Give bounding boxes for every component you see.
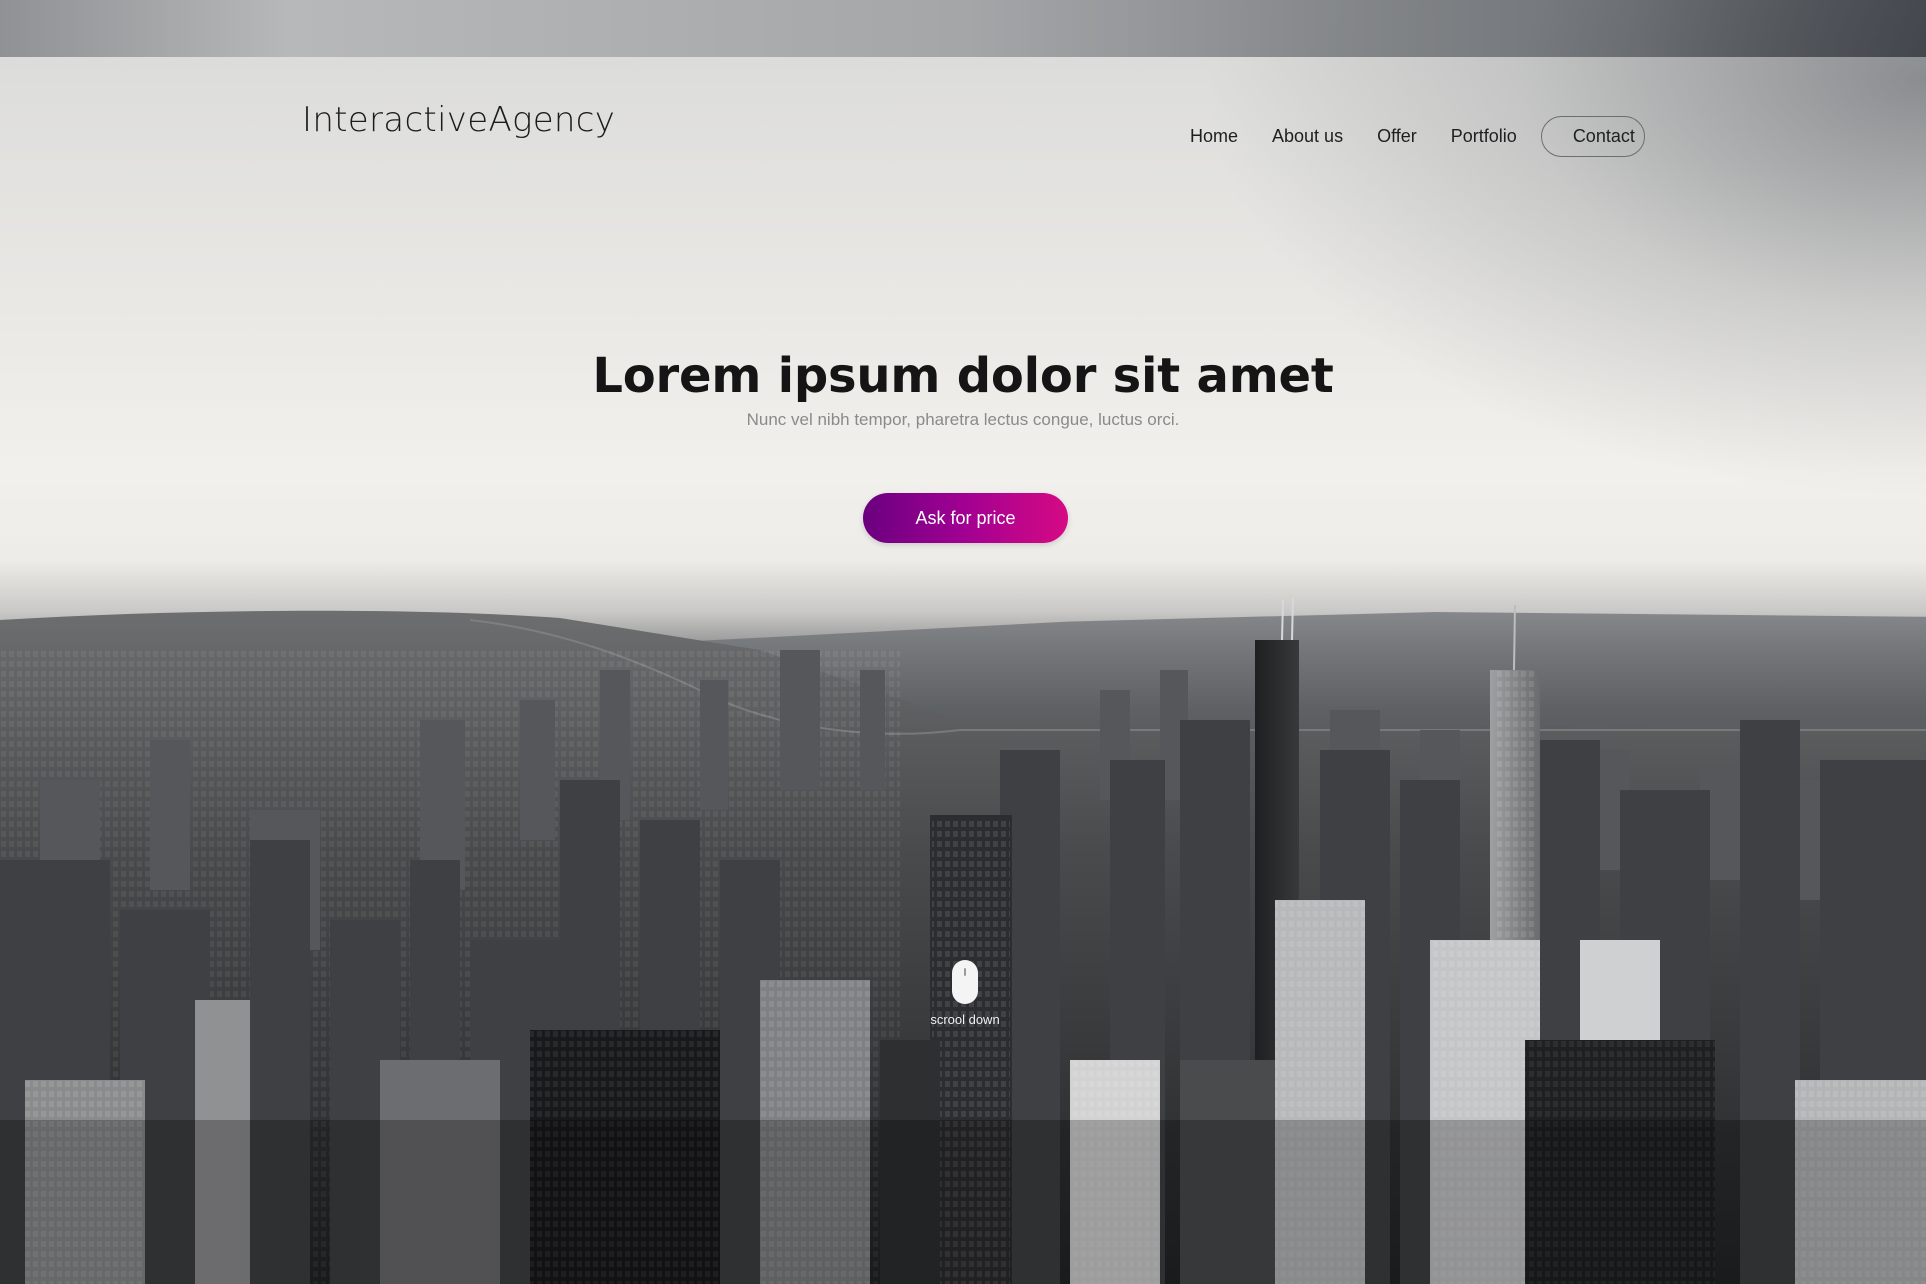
scroll-down-indicator[interactable]: scrool down [910, 960, 1020, 1032]
nav-offer[interactable]: Offer [1377, 126, 1417, 147]
mouse-icon [952, 960, 978, 1004]
nav-home[interactable]: Home [1190, 126, 1238, 147]
nav-about-us[interactable]: About us [1272, 126, 1343, 147]
nav-portfolio[interactable]: Portfolio [1451, 126, 1517, 147]
sky-shade [0, 0, 1926, 640]
nav-contact-button[interactable]: Contact [1540, 115, 1645, 157]
city-skyline-image [0, 597, 1926, 1284]
hero-section: InteractiveAgency Home About us Offer Po… [0, 0, 1926, 1284]
site-logo[interactable]: InteractiveAgency [302, 100, 615, 140]
scroll-down-label: scrool down [930, 1012, 1000, 1027]
ask-for-price-button[interactable]: Ask for price [863, 493, 1068, 543]
hero-title: Lorem ipsum dolor sit amet [592, 348, 1334, 404]
main-nav: Home About us Offer Portfolio Contact [1190, 115, 1645, 157]
hero-subtitle: Nunc vel nibh tempor, pharetra lectus co… [746, 410, 1180, 429]
